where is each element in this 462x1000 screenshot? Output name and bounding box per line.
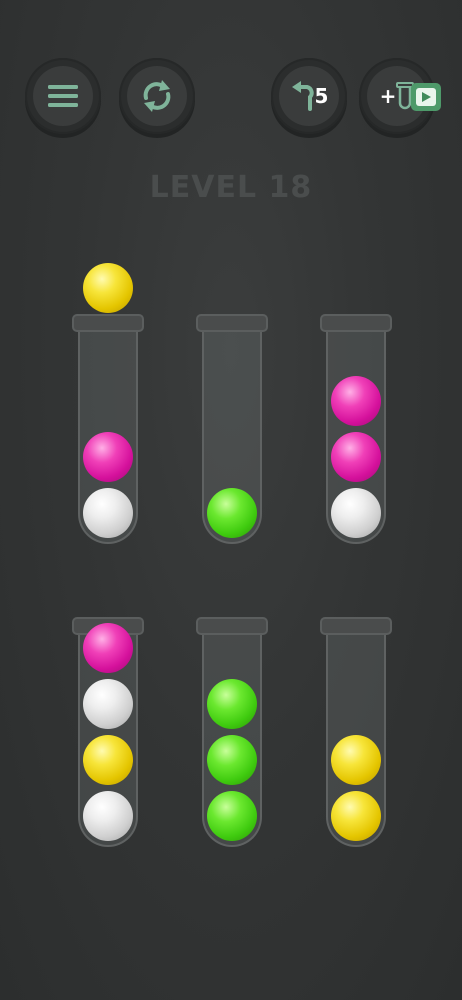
undo-arrow-icon (291, 81, 314, 111)
ball-green (207, 488, 257, 538)
add-tube-button[interactable]: + (359, 58, 441, 134)
plus-label: + (379, 84, 397, 108)
restart-button-face (127, 66, 187, 126)
tube-rim (196, 314, 268, 332)
ball-yellow (83, 735, 133, 785)
ball-yellow (331, 735, 381, 785)
ball-white (83, 679, 133, 729)
menu-button[interactable] (25, 58, 101, 134)
restart-icon (143, 80, 171, 112)
tube-rim (72, 314, 144, 332)
ball-magenta (83, 623, 133, 673)
ball-white (83, 488, 133, 538)
ball-white (331, 488, 381, 538)
ball-magenta (83, 432, 133, 482)
tube-rim (320, 314, 392, 332)
hamburger-menu-icon (48, 85, 78, 107)
ball-green (207, 735, 257, 785)
held-ball-yellow[interactable] (83, 263, 133, 313)
ball-white (83, 791, 133, 841)
tube-rim (320, 617, 392, 635)
ball-green (207, 679, 257, 729)
undo-button[interactable]: 5 (271, 58, 347, 134)
ball-yellow (331, 791, 381, 841)
ball-magenta (331, 376, 381, 426)
level-title: LEVEL 18 (149, 170, 313, 205)
menu-button-face (33, 66, 93, 126)
tube-rim (196, 617, 268, 635)
ball-green (207, 791, 257, 841)
undo-count: 5 (314, 84, 329, 108)
undo-button-face: 5 (279, 66, 339, 126)
ball-magenta (331, 432, 381, 482)
restart-button[interactable] (119, 58, 195, 134)
play-video-icon (416, 88, 436, 106)
video-badge (411, 83, 441, 111)
